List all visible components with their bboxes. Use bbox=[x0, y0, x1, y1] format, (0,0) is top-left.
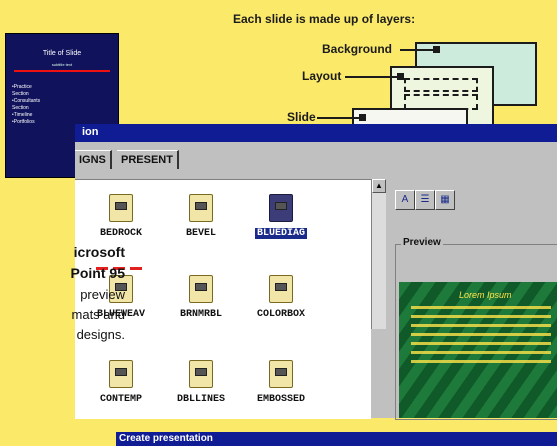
template-name: BEDROCK bbox=[99, 228, 142, 239]
view-details-button[interactable]: ▦ bbox=[435, 190, 455, 210]
template-name: EMBOSSED bbox=[256, 394, 305, 405]
template-name: COLORBOX bbox=[256, 309, 305, 320]
template-item[interactable]: BEVEL bbox=[171, 194, 231, 240]
view-large-icons-button[interactable]: A bbox=[395, 190, 415, 210]
dialog-title: ion bbox=[82, 126, 99, 138]
template-item[interactable]: CONTEMP bbox=[91, 360, 151, 406]
template-item[interactable]: COLORBOX bbox=[251, 275, 311, 321]
template-item[interactable]: EMBOSSED bbox=[251, 360, 311, 406]
template-icon bbox=[269, 194, 293, 222]
preview-slide-bullets bbox=[411, 306, 551, 369]
template-name: BRNMRBL bbox=[179, 309, 222, 320]
mini-slide-title: Title of Slide bbox=[42, 50, 82, 57]
connector-background bbox=[400, 49, 436, 51]
template-icon bbox=[109, 360, 133, 388]
tab-presentations[interactable]: PRESENT bbox=[117, 150, 179, 169]
mini-slide-rule bbox=[14, 70, 110, 72]
template-icon bbox=[269, 360, 293, 388]
dialog-title-bar[interactable]: ion bbox=[75, 124, 557, 142]
connector-slide bbox=[317, 117, 363, 119]
status-text: Create presentation bbox=[119, 433, 213, 444]
template-item[interactable]: BRNMRBL bbox=[171, 275, 231, 321]
template-name: BEVEL bbox=[185, 228, 216, 239]
template-name: DBLLINES bbox=[176, 394, 225, 405]
preview-slide: Lorem Ipsum bbox=[399, 282, 557, 418]
connector-layout bbox=[345, 76, 401, 78]
scroll-up-button[interactable]: ▲ bbox=[372, 179, 386, 193]
layers-caption: Each slide is made up of layers: bbox=[233, 12, 416, 26]
template-icon bbox=[109, 194, 133, 222]
connector-layout-dot bbox=[397, 73, 404, 80]
template-name: BLUEDIAG bbox=[254, 228, 307, 239]
callout-line-4: mats and bbox=[71, 307, 125, 322]
connector-background-dot bbox=[433, 46, 440, 53]
preview-slide-title: Lorem Ipsum bbox=[459, 290, 512, 300]
template-name: CONTEMP bbox=[99, 394, 142, 405]
label-layout: Layout bbox=[302, 69, 342, 83]
template-scrollbar[interactable]: ▲ bbox=[371, 179, 386, 329]
template-item[interactable]: BEDROCK bbox=[91, 194, 151, 240]
layout-placeholder-1 bbox=[404, 78, 478, 92]
tab-designs[interactable]: IGNS bbox=[75, 150, 112, 169]
callout-line-5: designs. bbox=[76, 327, 125, 342]
new-presentation-dialog: ion IGNS PRESENT BEDROCK BEVEL BLUEDIAG … bbox=[75, 124, 557, 446]
template-icon bbox=[269, 275, 293, 303]
callout-line-2: Point 95 bbox=[70, 265, 125, 281]
template-item-selected[interactable]: BLUEDIAG bbox=[251, 194, 311, 240]
mini-slide-subtitle: subtitle text bbox=[51, 62, 73, 67]
preview-label: Preview bbox=[401, 237, 443, 248]
template-icon bbox=[189, 360, 213, 388]
template-icon bbox=[189, 275, 213, 303]
view-list-button[interactable]: ☰ bbox=[415, 190, 435, 210]
connector-slide-dot bbox=[359, 114, 366, 121]
callout-line-3: preview bbox=[80, 287, 125, 302]
template-icon bbox=[189, 194, 213, 222]
label-slide: Slide bbox=[287, 110, 316, 124]
label-background: Background bbox=[322, 42, 393, 56]
template-item[interactable]: DBLLINES bbox=[171, 360, 231, 406]
status-bar: Create presentation bbox=[116, 432, 557, 446]
mini-slide-bullets: •Practice Section •Consultants Section •… bbox=[12, 84, 41, 125]
